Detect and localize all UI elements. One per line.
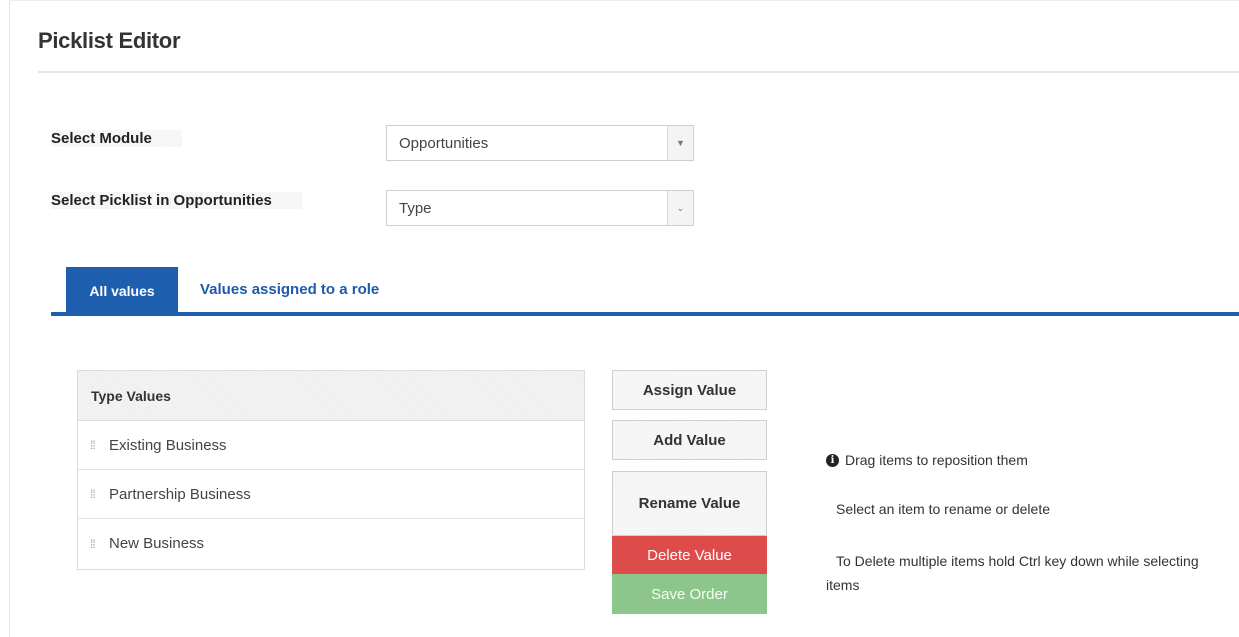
- list-item-label: Existing Business: [109, 436, 227, 454]
- select-hint: Select an item to rename or delete: [836, 501, 1051, 517]
- drag-handle-icon[interactable]: ⁞⁞: [90, 538, 100, 550]
- page-title: Picklist Editor: [38, 28, 181, 53]
- delete-value-button[interactable]: Delete Value: [612, 536, 767, 574]
- drag-handle-icon[interactable]: ⁞⁞: [90, 488, 100, 500]
- chevron-down-icon[interactable]: ▼: [667, 126, 693, 160]
- select-picklist-label: Select Picklist in Opportunities: [51, 192, 302, 209]
- save-order-button[interactable]: Save Order: [612, 574, 767, 614]
- module-select[interactable]: Opportunities ▼: [386, 125, 694, 161]
- drag-hint-text: Drag items to reposition them: [845, 452, 1028, 468]
- list-item[interactable]: ⁞⁞ Existing Business: [78, 421, 584, 470]
- title-divider: [38, 71, 1239, 73]
- list-item-label: Partnership Business: [109, 485, 251, 503]
- drag-hint: i Drag items to reposition them: [826, 452, 1028, 468]
- tab-all-values[interactable]: All values: [66, 267, 178, 314]
- module-select-value: Opportunities: [399, 134, 489, 152]
- list-item[interactable]: ⁞⁞ Partnership Business: [78, 470, 584, 519]
- rename-value-button[interactable]: Rename Value: [612, 471, 767, 536]
- info-circle-icon: i: [826, 453, 839, 467]
- add-value-button[interactable]: Add Value: [612, 420, 767, 460]
- top-border: [9, 0, 1239, 1]
- values-list-header: Type Values: [78, 371, 584, 421]
- list-item[interactable]: ⁞⁞ New Business: [78, 519, 584, 568]
- list-item-label: New Business: [109, 535, 205, 552]
- chevron-down-icon[interactable]: ⌄: [667, 191, 693, 225]
- drag-handle-icon[interactable]: ⁞⁞: [90, 439, 100, 451]
- tab-underline: [51, 312, 1239, 316]
- picklist-select[interactable]: Type ⌄: [386, 190, 694, 226]
- tab-values-assigned-to-role[interactable]: Values assigned to a role: [200, 281, 379, 298]
- assign-value-button[interactable]: Assign Value: [612, 370, 767, 410]
- select-module-label: Select Module: [51, 130, 182, 147]
- multi-delete-hint: To Delete multiple items hold Ctrl key d…: [826, 553, 1199, 593]
- left-border: [9, 0, 10, 637]
- picklist-select-value: Type: [399, 199, 432, 217]
- values-list: Type Values ⁞⁞ Existing Business ⁞⁞ Part…: [77, 370, 585, 570]
